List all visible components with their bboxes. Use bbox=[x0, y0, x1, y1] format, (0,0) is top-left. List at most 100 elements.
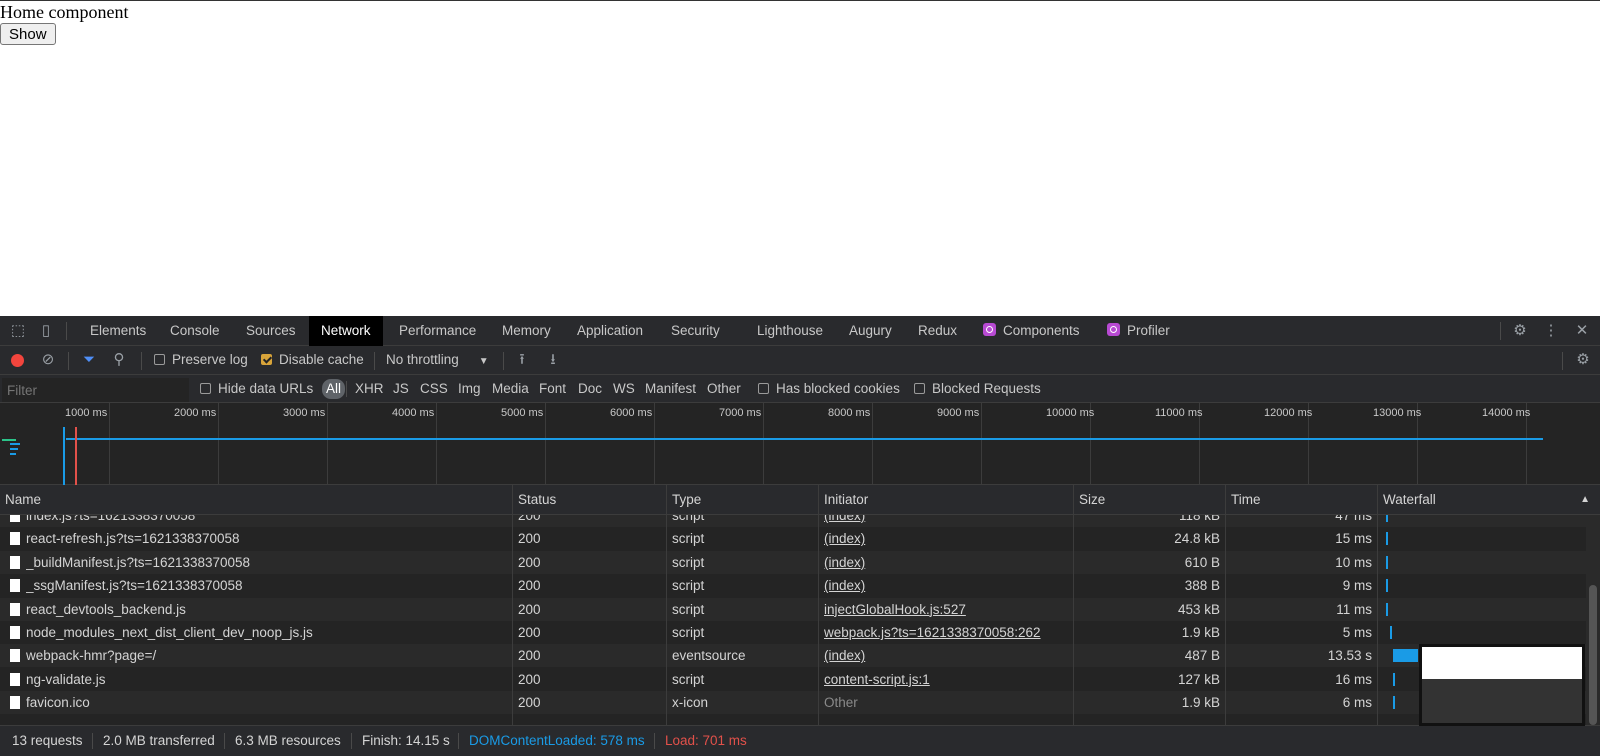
tab-profiler[interactable]: Profiler bbox=[1107, 316, 1170, 346]
filter-type-css[interactable]: CSS bbox=[420, 379, 448, 399]
tab-components[interactable]: Components bbox=[983, 316, 1080, 346]
filter-type-xhr[interactable]: XHR bbox=[355, 379, 384, 399]
request-initiator[interactable]: (index) bbox=[824, 574, 1069, 597]
gear-icon[interactable]: ⚙ bbox=[1512, 323, 1528, 339]
preserve-log-checkbox[interactable]: Preserve log bbox=[154, 352, 248, 367]
show-button[interactable]: Show bbox=[0, 23, 56, 45]
request-list-scrollbar[interactable] bbox=[1586, 515, 1600, 725]
column-size[interactable]: Size bbox=[1073, 485, 1226, 515]
request-row[interactable]: react_devtools_backend.js 200 script inject… bbox=[0, 597, 1600, 621]
request-type: script bbox=[672, 625, 705, 640]
request-initiator[interactable]: (index) bbox=[824, 527, 1069, 550]
request-row[interactable]: index.js?ts=1621338370058 200 script (index… bbox=[0, 515, 1600, 527]
waterfall-bar bbox=[1393, 696, 1395, 710]
tab-lighthouse[interactable]: Lighthouse bbox=[757, 316, 823, 346]
screenshot-thumbnail[interactable] bbox=[1419, 644, 1585, 726]
filter-type-ws[interactable]: WS bbox=[613, 379, 635, 399]
overview-bar bbox=[10, 443, 20, 445]
request-name: node_modules_next_dist_client_dev_noop_j… bbox=[26, 625, 313, 640]
request-status: 200 bbox=[518, 625, 541, 640]
request-name: index.js?ts=1621338370058 bbox=[26, 515, 196, 523]
export-har-icon[interactable]: ⭳ bbox=[545, 352, 561, 368]
request-initiator[interactable]: (index) bbox=[824, 551, 1069, 574]
tab-security[interactable]: Security bbox=[671, 316, 720, 346]
request-size: 24.8 kB bbox=[1174, 531, 1220, 547]
filter-type-manifest[interactable]: Manifest bbox=[645, 379, 696, 399]
search-icon[interactable]: ⚲ bbox=[111, 352, 127, 368]
tab-application[interactable]: Application bbox=[577, 316, 643, 346]
throttling-select[interactable]: No throttling ▼ bbox=[386, 352, 489, 367]
filter-type-font[interactable]: Font bbox=[539, 379, 566, 399]
tab-memory[interactable]: Memory bbox=[502, 316, 551, 346]
filter-type-all[interactable]: All bbox=[322, 379, 346, 399]
inspect-element-icon[interactable]: ⬚ bbox=[10, 323, 26, 339]
filter-type-img[interactable]: Img bbox=[458, 379, 481, 399]
filter-icon[interactable]: ⏷ bbox=[81, 352, 97, 368]
column-time[interactable]: Time bbox=[1225, 485, 1378, 515]
column-status[interactable]: Status bbox=[512, 485, 666, 515]
import-har-icon[interactable]: ⭱ bbox=[514, 352, 530, 368]
column-name[interactable]: Name bbox=[0, 485, 513, 515]
checkbox-box bbox=[154, 354, 165, 365]
clear-icon[interactable]: ⊘ bbox=[40, 352, 56, 368]
request-row[interactable]: _ssgManifest.js?ts=1621338370058 200 scrip… bbox=[0, 574, 1600, 597]
column-initiator[interactable]: Initiator bbox=[818, 485, 1074, 515]
more-menu-icon[interactable]: ⋮ bbox=[1543, 323, 1559, 339]
request-row[interactable]: react-refresh.js?ts=1621338370058 200 scri… bbox=[0, 527, 1600, 550]
request-row[interactable]: node_modules_next_dist_client_dev_noop_j… bbox=[0, 621, 1600, 644]
request-initiator[interactable]: injectGlobalHook.js:527 bbox=[824, 598, 1069, 621]
dom-content-loaded-marker bbox=[63, 427, 65, 485]
disable-cache-checkbox[interactable]: Disable cache bbox=[261, 352, 364, 367]
tab-components-label: Components bbox=[1003, 323, 1080, 338]
close-icon[interactable]: ✕ bbox=[1574, 323, 1590, 339]
tab-network[interactable]: Network bbox=[309, 316, 383, 346]
filter-type-js[interactable]: JS bbox=[393, 379, 409, 399]
column-waterfall[interactable]: Waterfall ▲ bbox=[1377, 485, 1600, 515]
request-initiator: Other bbox=[824, 695, 858, 711]
record-icon[interactable] bbox=[11, 354, 24, 367]
has-blocked-cookies-checkbox[interactable]: Has blocked cookies bbox=[758, 381, 900, 396]
device-toolbar-icon[interactable]: ▯ bbox=[38, 323, 54, 339]
request-row[interactable]: ng-validate.js 200 script content-script.js… bbox=[0, 668, 1600, 691]
request-type: script bbox=[672, 601, 705, 617]
request-size: 1.9 kB bbox=[1181, 695, 1220, 711]
tab-augury[interactable]: Augury bbox=[849, 316, 892, 346]
overview-bar bbox=[10, 448, 18, 450]
request-initiator[interactable]: (index) bbox=[824, 515, 1069, 527]
request-row[interactable]: _buildManifest.js?ts=1621338370058 200 scr… bbox=[0, 550, 1600, 574]
column-waterfall-label: Waterfall bbox=[1383, 492, 1436, 507]
hide-data-urls-checkbox[interactable]: Hide data URLs bbox=[200, 381, 313, 396]
tab-sources[interactable]: Sources bbox=[246, 316, 296, 346]
request-size: 118 kB bbox=[1178, 515, 1220, 523]
status-resources: 6.3 MB resources bbox=[235, 733, 341, 748]
request-initiator[interactable]: webpack.js?ts=1621338370058:262 bbox=[824, 621, 1069, 644]
filter-type-media[interactable]: Media bbox=[492, 379, 529, 399]
filter-type-doc[interactable]: Doc bbox=[578, 379, 602, 399]
scrollbar-thumb[interactable] bbox=[1589, 585, 1597, 725]
request-type: script bbox=[672, 531, 705, 547]
filter-type-other[interactable]: Other bbox=[707, 379, 741, 399]
tab-console[interactable]: Console bbox=[170, 316, 220, 346]
has-blocked-cookies-label: Has blocked cookies bbox=[776, 381, 900, 396]
column-type[interactable]: Type bbox=[666, 485, 818, 515]
tab-elements[interactable]: Elements bbox=[90, 316, 146, 346]
overview-gridline bbox=[763, 403, 764, 485]
request-initiator[interactable]: (index) bbox=[824, 644, 1069, 667]
status-load: Load: 701 ms bbox=[665, 733, 747, 748]
file-icon bbox=[10, 602, 20, 616]
tab-performance[interactable]: Performance bbox=[399, 316, 476, 346]
request-list: index.js?ts=1621338370058 200 script (index… bbox=[0, 515, 1600, 725]
request-type: script bbox=[672, 578, 705, 594]
blocked-requests-checkbox[interactable]: Blocked Requests bbox=[914, 381, 1041, 396]
network-overview[interactable]: 1000 ms 2000 ms 3000 ms 4000 ms 5000 ms 6000 … bbox=[0, 403, 1600, 485]
hide-data-urls-label: Hide data URLs bbox=[218, 381, 314, 396]
request-row[interactable]: favicon.ico 200 x-icon Other 1.9 kB 6 ms bbox=[0, 691, 1600, 715]
request-row[interactable]: webpack-hmr?page=/ 200 eventsource (index) 4… bbox=[0, 644, 1600, 668]
filter-input[interactable] bbox=[2, 378, 189, 402]
request-time: 47 ms bbox=[1335, 515, 1372, 523]
network-settings-icon[interactable]: ⚙ bbox=[1575, 352, 1591, 368]
request-initiator[interactable]: content-script.js:1 bbox=[824, 668, 1069, 691]
tab-redux[interactable]: Redux bbox=[918, 316, 957, 346]
react-icon bbox=[1107, 323, 1120, 336]
overview-bar bbox=[2, 439, 16, 441]
